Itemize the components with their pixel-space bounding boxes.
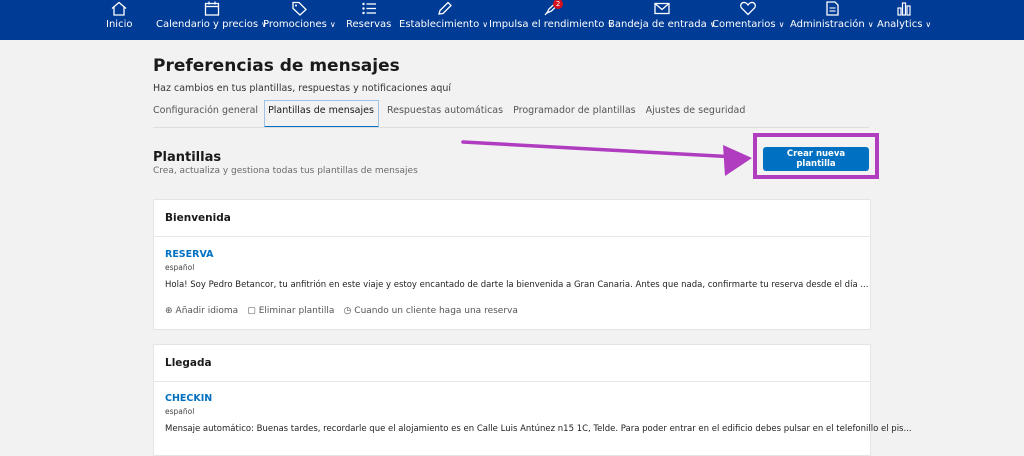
clock-icon: ◷ [343,306,352,316]
nav-label: Establecimiento [399,19,480,30]
trash-icon: ▢ [247,306,256,316]
template-actions: ⊕ Añadir idioma ▢ Eliminar plantilla ◷ C… [165,306,527,316]
bar-chart-icon [897,2,911,16]
nav-item-calendario[interactable]: Calendario y precios ∨ [156,0,267,40]
nav-label: Calendario y precios [156,19,259,30]
section-description: Crea, actualiza y gestiona todas tus pla… [153,166,418,176]
top-navigation: Inicio Calendario y precios ∨ Promociones… [0,0,1024,40]
nav-label: Promociones [263,19,327,30]
nav-label: Inicio [106,19,133,30]
template-name-link[interactable]: CHECKIN [165,393,212,404]
delete-template-button[interactable]: ▢ Eliminar plantilla [247,306,334,316]
pencil-icon [437,1,452,15]
template-body-preview: Hola! Soy Pedro Betancor, tu anfitrión e… [165,280,869,290]
chevron-down-icon: ∨ [867,20,874,29]
plus-circle-icon: ⊕ [165,306,173,316]
nav-item-promociones[interactable]: Promociones ∨ [263,0,336,40]
tab-ajustes-de-seguridad[interactable]: Ajustes de seguridad [646,100,751,126]
delete-template-label: Eliminar plantilla [258,306,335,316]
chevron-down-icon: ∨ [925,20,932,29]
section-title: Plantillas [153,150,222,165]
nav-label: Impulsa el rendimiento [489,19,605,30]
tab-plantillas-de-mensajes[interactable]: Plantillas de mensajes [264,100,379,128]
nav-item-establecimiento[interactable]: Establecimiento ∨ [399,0,488,40]
heart-icon [740,1,757,16]
trigger-label: Cuando un cliente haga una reserva [354,306,518,316]
nav-label: Bandeja de entrada [608,19,707,30]
nav-item-bandeja[interactable]: Bandeja de entrada ∨ [608,0,716,40]
template-card-llegada: Llegada CHECKIN español Mensaje automáti… [153,344,912,456]
nav-label: Comentarios [712,19,776,30]
nav-item-comentarios[interactable]: Comentarios ∨ [712,0,784,40]
nav-label: Administración [790,19,865,30]
nav-label: Reservas [346,19,392,30]
nav-item-reservas[interactable]: Reservas [346,0,391,40]
template-card-bienvenida: Bienvenida RESERVA español Hola! Soy Ped… [153,199,871,330]
document-icon [826,1,839,16]
notification-badge: 2 [553,0,564,9]
add-language-button[interactable]: ⊕ Añadir idioma [165,306,238,316]
card-header: Llegada [154,345,870,382]
add-language-label: Añadir idioma [175,306,239,316]
tabs-divider [153,127,869,128]
create-template-button[interactable]: Crear nueva plantilla [763,147,869,171]
envelope-icon [654,2,670,15]
nav-item-impulsa[interactable]: 2 Impulsa el rendimiento ∨ [489,0,613,40]
page-title: Preferencias de mensajes [153,56,400,76]
nav-label: Analytics [877,19,923,30]
calendar-icon [204,1,219,16]
page-subtitle: Haz cambios en tus plantillas, respuesta… [153,83,452,94]
chevron-down-icon: ∨ [482,20,489,29]
home-icon [111,1,127,16]
card-header: Bienvenida [154,200,870,237]
template-language: español [165,263,195,272]
template-body-preview: Mensaje automático: Buenas tardes, recor… [165,424,912,434]
nav-item-administracion[interactable]: Administración ∨ [790,0,874,40]
chevron-down-icon: ∨ [329,20,336,29]
tab-programador-de-plantillas[interactable]: Programador de plantillas [513,100,641,126]
chevron-down-icon: ∨ [778,20,785,29]
list-icon [361,2,376,15]
tab-configuracion-general[interactable]: Configuración general [153,100,263,126]
template-language: español [165,407,195,416]
tag-icon [292,1,308,16]
nav-item-analytics[interactable]: Analytics ∨ [877,0,931,40]
tab-bar: Configuración general Plantillas de mens… [153,100,755,128]
template-name-link[interactable]: RESERVA [165,249,214,260]
trigger-info: ◷ Cuando un cliente haga una reserva [343,306,517,316]
tab-respuestas-automaticas[interactable]: Respuestas automáticas [387,100,508,126]
nav-item-inicio[interactable]: Inicio [106,0,132,40]
